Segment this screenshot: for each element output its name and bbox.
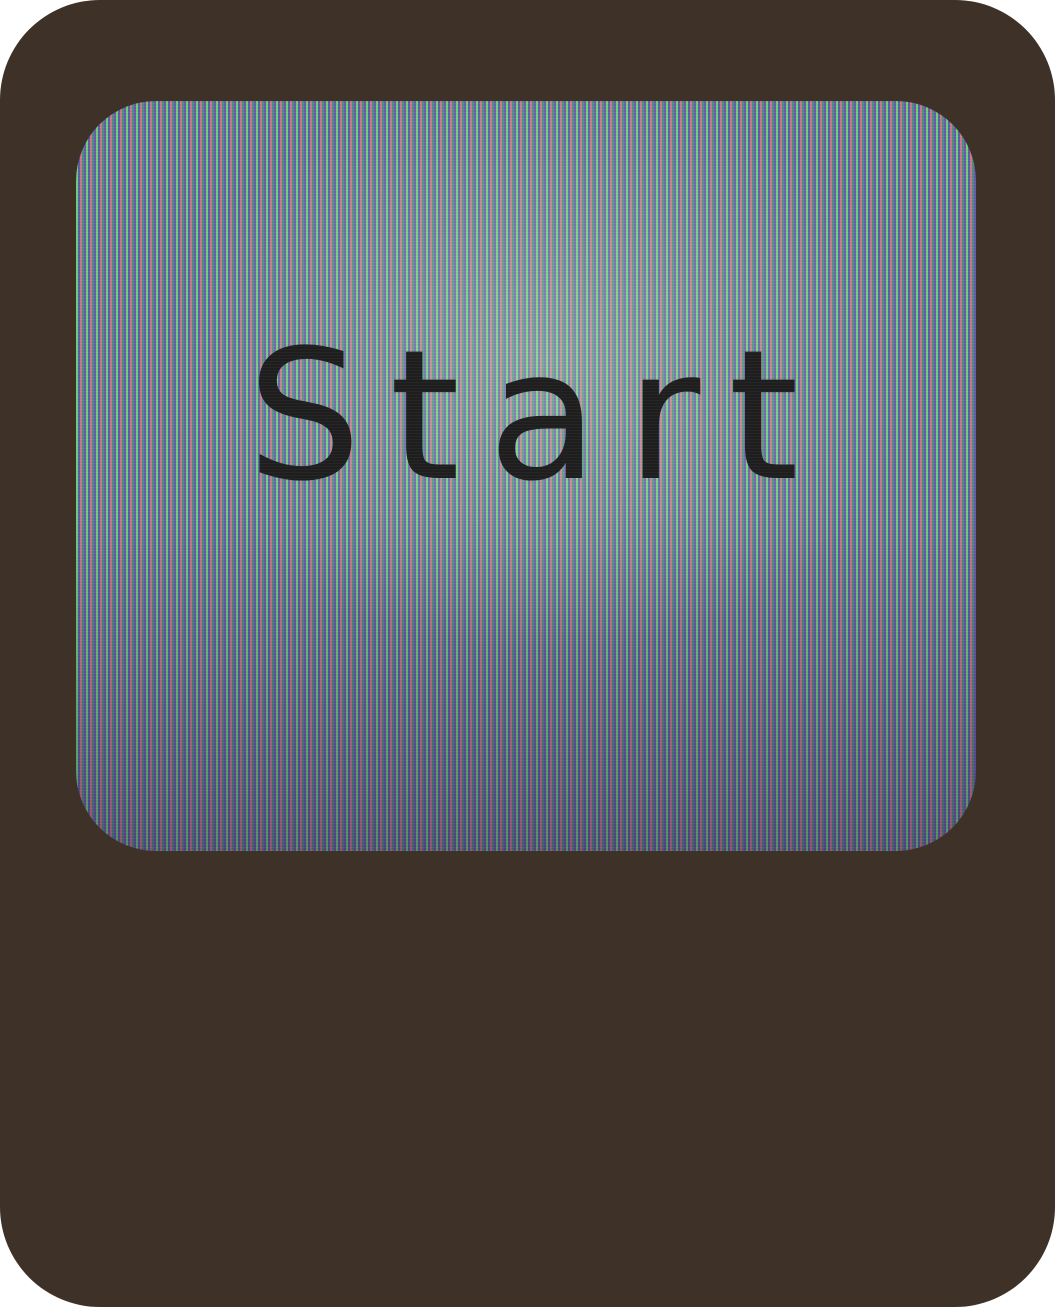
device-frame: Start (0, 0, 1055, 1307)
start-button[interactable]: Start (76, 101, 976, 851)
screen-panel: Start (76, 101, 976, 851)
start-button-label: Start (247, 312, 827, 521)
